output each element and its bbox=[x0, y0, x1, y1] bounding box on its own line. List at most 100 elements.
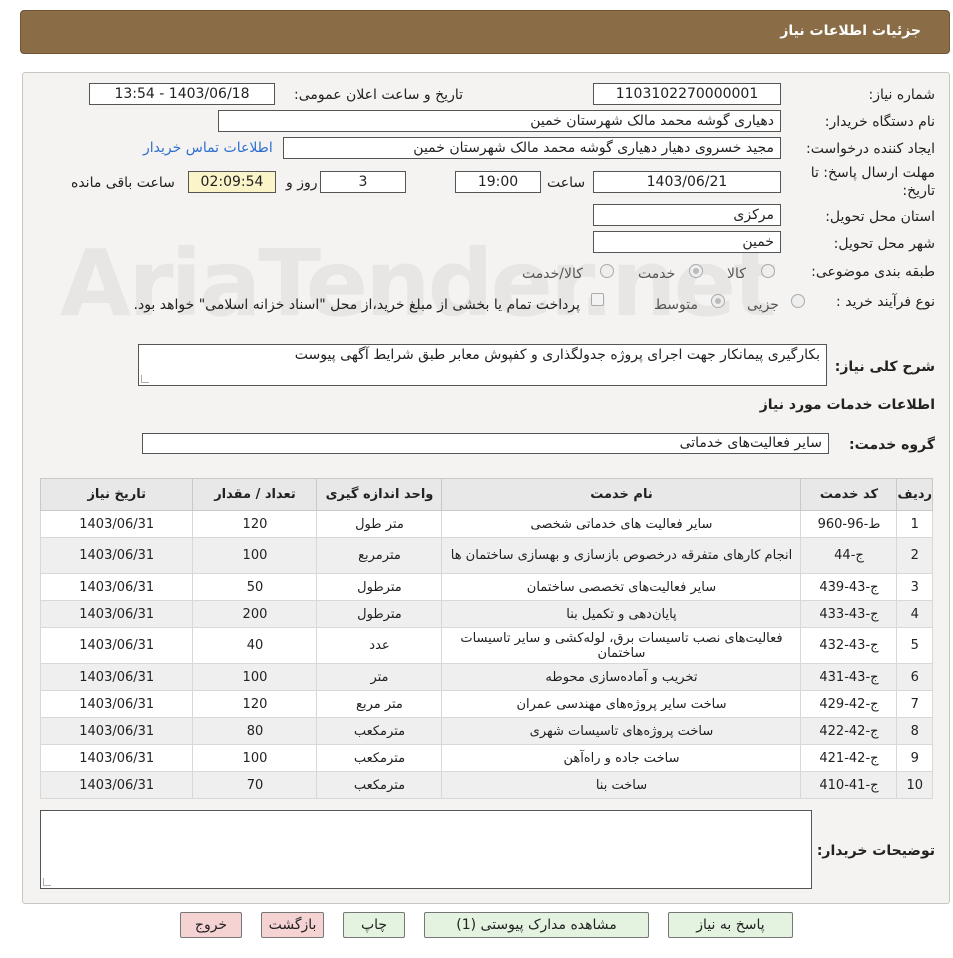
buyer-org-field: دهیاری گوشه محمد مالک شهرستان خمین bbox=[218, 110, 781, 132]
row-date: 1403/06/31 bbox=[39, 573, 194, 601]
process-minor-label: جزیی bbox=[747, 297, 779, 313]
table-row: 4 ج-43-433 پایان‌دهی و تکمیل بنا مترطول … bbox=[39, 600, 933, 628]
reply-button[interactable]: پاسخ به نیاز bbox=[668, 912, 793, 938]
row-index: 4 bbox=[896, 600, 933, 628]
resize-handle-icon[interactable] bbox=[43, 878, 51, 886]
row-qty: 80 bbox=[192, 717, 318, 745]
view-attachments-button[interactable]: مشاهده مدارک پیوستی (1) bbox=[424, 912, 649, 938]
row-unit: مترطول bbox=[316, 600, 443, 628]
row-code: ج-43-439 bbox=[800, 573, 898, 601]
province-field: مرکزی bbox=[593, 204, 781, 226]
row-unit: عدد bbox=[316, 627, 443, 664]
deadline-label-date: تاریخ: bbox=[902, 183, 935, 199]
buyer-notes-textarea[interactable] bbox=[40, 810, 812, 889]
row-unit: متر طول bbox=[316, 510, 443, 538]
city-field: خمین bbox=[593, 231, 781, 253]
row-index: 3 bbox=[896, 573, 933, 601]
process-minor-radio[interactable] bbox=[791, 294, 805, 308]
row-name: ساخت جاده و راه‌آهن bbox=[441, 744, 802, 772]
row-index: 8 bbox=[896, 717, 933, 745]
col-header-unit: واحد اندازه گیری bbox=[316, 478, 443, 511]
table-row: 2 ج-44 انجام کارهای متفرقه درخصوص بازساز… bbox=[39, 537, 933, 574]
creator-label: ایجاد کننده درخواست: bbox=[806, 141, 935, 157]
row-name: ساخت سایر پروژه‌های مهندسی عمران bbox=[441, 690, 802, 718]
row-name: انجام کارهای متفرقه درخصوص بازسازی و بهس… bbox=[441, 537, 802, 574]
row-date: 1403/06/31 bbox=[39, 663, 194, 691]
row-name: سایر فعالیت‌های تخصصی ساختمان bbox=[441, 573, 802, 601]
row-unit: مترمربع bbox=[316, 537, 443, 574]
service-group-label: گروه خدمت: bbox=[849, 437, 935, 453]
row-index: 10 bbox=[896, 771, 933, 799]
service-group-field: سایر فعالیت‌های خدماتی bbox=[142, 433, 829, 454]
process-medium-radio[interactable] bbox=[711, 294, 725, 308]
table-row: 5 ج-43-432 فعالیت‌های نصب تاسیسات برق، ل… bbox=[39, 627, 933, 664]
row-index: 5 bbox=[896, 627, 933, 664]
table-row: 7 ج-42-429 ساخت سایر پروژه‌های مهندسی عم… bbox=[39, 690, 933, 718]
row-date: 1403/06/31 bbox=[39, 771, 194, 799]
back-button[interactable]: بازگشت bbox=[261, 912, 324, 938]
row-code: ج-42-421 bbox=[800, 744, 898, 772]
deadline-label: مهلت ارسال پاسخ: تا bbox=[810, 165, 935, 181]
category-service-label: خدمت bbox=[638, 266, 676, 282]
row-qty: 120 bbox=[192, 510, 318, 538]
remaining-time-label: ساعت باقی مانده bbox=[71, 175, 175, 191]
row-unit: مترمکعب bbox=[316, 771, 443, 799]
creator-field: مجید خسروی دهیار دهیاری گوشه محمد مالک ش… bbox=[283, 137, 781, 159]
row-qty: 120 bbox=[192, 690, 318, 718]
table-row: 9 ج-42-421 ساخت جاده و راه‌آهن مترمکعب 1… bbox=[39, 744, 933, 772]
province-label: استان محل تحویل: bbox=[825, 209, 935, 225]
row-index: 6 bbox=[896, 663, 933, 691]
row-qty: 70 bbox=[192, 771, 318, 799]
process-medium-label: متوسط bbox=[654, 297, 698, 313]
row-date: 1403/06/31 bbox=[39, 690, 194, 718]
deadline-hour-label: ساعت bbox=[547, 175, 586, 191]
row-code: ج-41-410 bbox=[800, 771, 898, 799]
row-code: ج-44 bbox=[800, 537, 898, 574]
row-unit: مترمکعب bbox=[316, 744, 443, 772]
print-button[interactable]: چاپ bbox=[343, 912, 405, 938]
row-code: ج-42-422 bbox=[800, 717, 898, 745]
buyer-notes-label: توضیحات خریدار: bbox=[816, 843, 935, 859]
row-date: 1403/06/31 bbox=[39, 537, 194, 574]
category-label: طبقه بندی موضوعی: bbox=[811, 264, 935, 280]
summary-textarea[interactable]: بکارگیری پیمانکار جهت اجرای پروژه جدولگذ… bbox=[138, 344, 827, 386]
row-index: 1 bbox=[896, 510, 933, 538]
col-header-date: تاریخ نیاز bbox=[39, 478, 194, 511]
row-qty: 100 bbox=[192, 663, 318, 691]
category-goods-label: کالا bbox=[727, 266, 746, 282]
services-table: ردیف کد خدمت نام خدمت واحد اندازه گیری ت… bbox=[39, 478, 933, 799]
row-unit: مترمکعب bbox=[316, 717, 443, 745]
row-date: 1403/06/31 bbox=[39, 627, 194, 664]
row-qty: 200 bbox=[192, 600, 318, 628]
category-goods-service-label: کالا/خدمت bbox=[522, 266, 583, 282]
treasury-payment-note: پرداخت تمام یا بخشی از مبلغ خرید،از محل … bbox=[133, 297, 580, 313]
table-header-row: ردیف کد خدمت نام خدمت واحد اندازه گیری ت… bbox=[39, 478, 933, 511]
buyer-contact-link[interactable]: اطلاعات تماس خریدار bbox=[143, 140, 273, 156]
category-goods-service-radio[interactable] bbox=[600, 264, 614, 278]
row-qty: 50 bbox=[192, 573, 318, 601]
days-field: 3 bbox=[320, 171, 406, 193]
row-code: ج-43-431 bbox=[800, 663, 898, 691]
row-name: فعالیت‌های نصب تاسیسات برق، لوله‌کشی و س… bbox=[441, 627, 802, 664]
table-row: 1 ط-96-960 سایر فعالیت های خدماتی شخصی م… bbox=[39, 510, 933, 538]
row-qty: 100 bbox=[192, 537, 318, 574]
row-name: پایان‌دهی و تکمیل بنا bbox=[441, 600, 802, 628]
row-qty: 40 bbox=[192, 627, 318, 664]
table-row: 3 ج-43-439 سایر فعالیت‌های تخصصی ساختمان… bbox=[39, 573, 933, 601]
row-name: ساخت بنا bbox=[441, 771, 802, 799]
row-name: سایر فعالیت های خدماتی شخصی bbox=[441, 510, 802, 538]
col-header-index: ردیف bbox=[896, 478, 933, 511]
row-unit: متر مربع bbox=[316, 690, 443, 718]
table-row: 6 ج-43-431 تخریب و آماده‌سازی محوطه متر … bbox=[39, 663, 933, 691]
row-name: ساخت پروژه‌های تاسیسات شهری bbox=[441, 717, 802, 745]
exit-button[interactable]: خروج bbox=[180, 912, 242, 938]
row-code: ج-43-433 bbox=[800, 600, 898, 628]
category-goods-radio[interactable] bbox=[761, 264, 775, 278]
category-service-radio[interactable] bbox=[689, 264, 703, 278]
row-date: 1403/06/31 bbox=[39, 600, 194, 628]
resize-handle-icon[interactable] bbox=[141, 375, 149, 383]
services-section-title: اطلاعات خدمات مورد نیاز bbox=[759, 397, 935, 413]
treasury-payment-checkbox[interactable] bbox=[591, 293, 604, 306]
deadline-date-field: 1403/06/21 bbox=[593, 171, 781, 193]
city-label: شهر محل تحویل: bbox=[833, 236, 935, 252]
